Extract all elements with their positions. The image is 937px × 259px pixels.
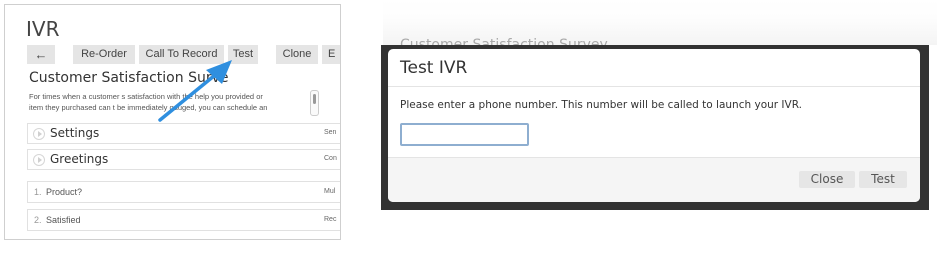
survey-description: For times when a customer s satisfaction…: [29, 91, 304, 113]
section-right-text: Sen: [324, 129, 337, 136]
description-scrollbar[interactable]: [310, 90, 319, 116]
question-type: Rec: [324, 216, 337, 223]
section-label: Settings: [50, 126, 100, 140]
ivr-editor-panel: IVR ← Re-Order Call To Record Test Clone…: [4, 4, 341, 240]
clone-button[interactable]: Clone: [276, 45, 318, 64]
section-right-text: Con: [324, 155, 337, 162]
section-label: Greetings: [50, 152, 109, 166]
question-number: 2.: [34, 215, 42, 225]
dialog-header: Test IVR: [388, 49, 920, 87]
test-ivr-dialog: Test IVR Please enter a phone number. Th…: [388, 49, 920, 202]
survey-title: Customer Satisfaction Surve: [29, 70, 229, 86]
expand-circle-icon[interactable]: [33, 154, 45, 166]
expand-circle-icon[interactable]: [33, 128, 45, 140]
question-row[interactable]: 2. Satisfied Rec: [27, 209, 340, 231]
question-type: Mul: [324, 188, 336, 195]
question-number: 1.: [34, 187, 42, 197]
back-button[interactable]: ←: [27, 45, 55, 64]
survey-description-line: item they purchased can t be immediately…: [29, 103, 268, 112]
question-row[interactable]: 1. Product? Mul: [27, 181, 340, 203]
close-button[interactable]: Close: [799, 171, 855, 188]
phone-number-input[interactable]: [400, 123, 529, 146]
page-title: IVR: [26, 17, 60, 41]
question-label: Product?: [46, 187, 83, 197]
test-button[interactable]: Test: [228, 45, 258, 64]
toolbar: ← Re-Order Call To Record Test Clone E: [27, 45, 340, 64]
truncated-button[interactable]: E: [322, 45, 340, 64]
arrow-left-icon: ←: [34, 47, 48, 62]
dialog-message: Please enter a phone number. This number…: [400, 99, 802, 111]
section-greetings[interactable]: Greetings Con: [27, 149, 340, 170]
question-label: Satisfied: [46, 215, 81, 225]
section-settings[interactable]: Settings Sen: [27, 123, 340, 144]
dialog-title: Test IVR: [400, 58, 468, 78]
scrollbar-thumb[interactable]: [313, 94, 316, 104]
dialog-footer: Close Test: [388, 157, 920, 202]
reorder-button[interactable]: Re-Order: [73, 45, 135, 64]
call-to-record-button[interactable]: Call To Record: [139, 45, 224, 64]
survey-description-line: For times when a customer s satisfaction…: [29, 92, 263, 101]
test-submit-button[interactable]: Test: [859, 171, 907, 188]
